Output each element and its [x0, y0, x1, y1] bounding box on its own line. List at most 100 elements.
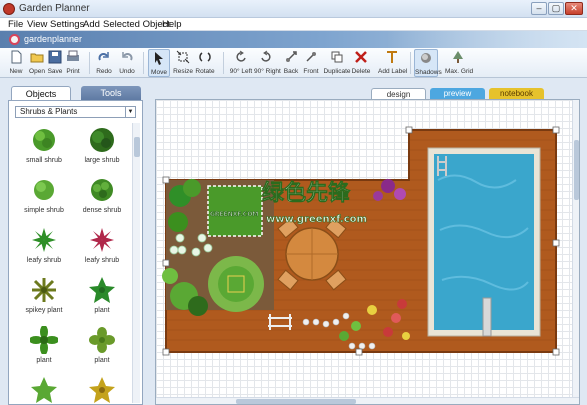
delete-x-icon — [355, 51, 367, 63]
max-grid-label: Max. Grid — [445, 68, 474, 75]
rotate-left-button[interactable]: 90° Left — [229, 49, 253, 77]
menu-file[interactable]: File — [8, 18, 23, 31]
add-label-label: Add Label — [378, 68, 408, 75]
shadows-icon — [421, 53, 431, 63]
new-button[interactable]: New — [5, 49, 27, 77]
plant-item[interactable]: simple shrub — [15, 176, 73, 224]
plant-label: dense shrub — [82, 207, 122, 214]
plant-label: spikey plant — [25, 307, 63, 314]
grid-tree-icon — [453, 51, 463, 63]
objects-scrollbar[interactable] — [132, 123, 140, 403]
undo-label: Undo — [119, 68, 135, 75]
move-button[interactable]: Move — [148, 49, 170, 77]
resize-button[interactable]: Resize — [172, 49, 194, 77]
minimize-button[interactable]: – — [531, 2, 547, 15]
print-label: Print — [66, 68, 80, 75]
plant-label: plant — [36, 357, 52, 364]
title-bar: Garden Planner – ▢ ✕ — [0, 0, 587, 18]
watermark-cn: 绿色先锋 — [262, 180, 351, 206]
plant-item[interactable]: leafy shrub — [15, 226, 73, 274]
rotate-left-icon — [236, 50, 246, 62]
watermark-small: GREENXF.COM — [210, 211, 258, 218]
rotate-right-icon — [261, 50, 271, 62]
small-shrub-icon — [33, 129, 55, 151]
add-label-button[interactable]: Add Label — [378, 49, 408, 77]
objects-panel: Objects Tools Shrubs & Plants ▼ small sh… — [8, 86, 143, 405]
logo-icon — [9, 34, 20, 45]
tab-preview[interactable]: preview — [430, 88, 485, 99]
print-button[interactable]: Print — [62, 49, 84, 77]
scrollbar-thumb[interactable] — [236, 399, 356, 404]
plant-item[interactable]: leafy shrub — [73, 226, 131, 274]
diving-board[interactable] — [482, 297, 492, 337]
undo-button[interactable]: Undo — [116, 49, 138, 77]
menu-settings[interactable]: Settings — [50, 18, 84, 31]
front-button[interactable]: Front — [301, 49, 321, 77]
printer-icon — [67, 50, 79, 61]
plant-star-icon — [89, 277, 115, 303]
canvas-vertical-scrollbar[interactable] — [572, 100, 579, 399]
tab-design[interactable]: design — [371, 88, 426, 99]
tab-notebook[interactable]: notebook — [489, 88, 544, 99]
tab-objects[interactable]: Objects — [11, 86, 71, 100]
window-title: Garden Planner — [19, 3, 90, 14]
resize-icon — [176, 50, 190, 64]
plant-item[interactable]: small shrub — [15, 126, 73, 174]
category-select[interactable]: Shrubs & Plants ▼ — [15, 106, 136, 118]
plant-item[interactable]: dense shrub — [73, 176, 131, 224]
resize-label: Resize — [173, 68, 193, 75]
rotate-right-label: 90° Right — [254, 68, 281, 75]
move-label: Move — [151, 69, 167, 76]
plant-item[interactable]: spikey plant — [15, 276, 73, 324]
plant-item[interactable]: plant — [73, 276, 131, 324]
toolbar: New Open Save Print Redo Undo Move Resiz… — [0, 48, 587, 78]
menu-selected-object[interactable]: Selected Object — [103, 18, 170, 31]
plant-label: small shrub — [26, 157, 62, 164]
watermark-url: www.greenxf.com — [266, 214, 367, 225]
plant-leaves-icon — [30, 326, 58, 354]
plant-label: leafy shrub — [26, 257, 62, 264]
menu-bar: File View Settings Add Selected Object H… — [0, 18, 587, 31]
scrollbar-thumb[interactable] — [574, 140, 579, 200]
simple-shrub-icon — [34, 180, 54, 200]
shadows-toggle[interactable]: Shadows — [414, 49, 442, 77]
back-button[interactable]: Back — [281, 49, 301, 77]
close-button[interactable]: ✕ — [565, 2, 583, 15]
text-label-icon — [387, 51, 397, 63]
maximize-button[interactable]: ▢ — [548, 2, 564, 15]
redo-label: Redo — [96, 68, 112, 75]
design-canvas[interactable]: 绿色先锋 www.greenxf.com GREENXF.COM — [155, 99, 580, 405]
toolbar-separator — [223, 52, 224, 74]
front-label: Front — [303, 68, 319, 75]
plant-label: leafy shrub — [84, 257, 120, 264]
max-grid-toggle[interactable]: Max. Grid — [445, 49, 474, 77]
leafy-shrub-green-icon — [32, 228, 56, 252]
plant-item[interactable] — [15, 376, 73, 405]
new-file-icon — [11, 50, 22, 64]
rotate-label: Rotate — [195, 68, 215, 75]
rotate-button[interactable]: Rotate — [194, 49, 216, 77]
rotate-right-button[interactable]: 90° Right — [254, 49, 281, 77]
send-back-icon — [286, 51, 297, 62]
canvas-horizontal-scrollbar[interactable] — [156, 397, 579, 404]
plant-label: simple shrub — [24, 207, 64, 214]
tab-tools[interactable]: Tools — [81, 86, 141, 100]
plant-item[interactable]: plant — [73, 326, 131, 374]
menu-add[interactable]: Add — [83, 18, 100, 31]
app-icon — [3, 3, 15, 15]
menu-view[interactable]: View — [27, 18, 47, 31]
menu-help[interactable]: Help — [162, 18, 182, 31]
toolbar-separator — [143, 52, 144, 74]
plant-item[interactable]: plant — [15, 326, 73, 374]
plant-item[interactable] — [73, 376, 131, 405]
redo-button[interactable]: Redo — [93, 49, 115, 77]
shadows-label: Shadows — [415, 69, 442, 76]
duplicate-button[interactable]: Duplicate — [323, 49, 351, 77]
patio-table-set[interactable] — [277, 217, 347, 291]
delete-label: Delete — [351, 68, 371, 75]
scrollbar-thumb[interactable] — [134, 137, 140, 157]
open-folder-icon — [30, 53, 44, 63]
delete-button[interactable]: Delete — [350, 49, 372, 77]
leafy-shrub-red-icon — [90, 228, 114, 252]
plant-item[interactable]: large shrub — [73, 126, 131, 174]
